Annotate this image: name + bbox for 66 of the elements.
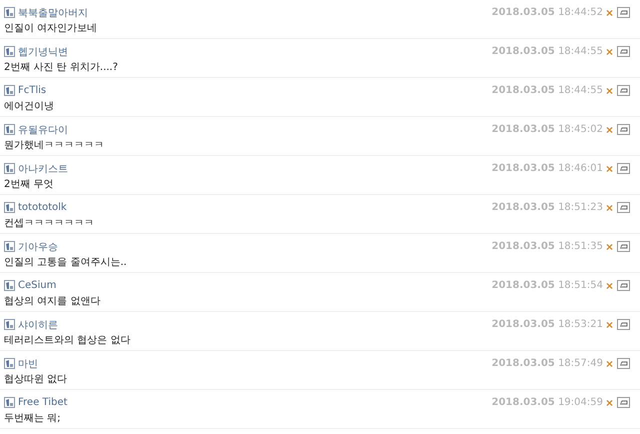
delete-button[interactable]: × <box>606 240 613 252</box>
reply-icon[interactable] <box>617 397 630 408</box>
comment-text: 두번째는 뭐; <box>4 412 62 426</box>
user-icon <box>4 397 15 408</box>
timestamp: 2018.03.05 18:51:23 <box>492 202 603 213</box>
author-name[interactable]: CeSium <box>18 280 492 291</box>
user-icon <box>4 46 15 57</box>
comment-text: 2번째 무엇 <box>4 178 55 192</box>
user-icon <box>4 358 15 369</box>
timestamp: 2018.03.05 18:51:35 <box>492 241 603 252</box>
reply-icon[interactable] <box>617 163 630 174</box>
author-name[interactable]: 기아우승 <box>18 240 492 254</box>
timestamp: 2018.03.05 18:53:21 <box>492 319 603 330</box>
delete-button[interactable]: × <box>606 124 613 136</box>
delete-button[interactable]: × <box>606 6 613 18</box>
comment-text: 뭔가했네ㅋㅋㅋㅋㅋㅋ <box>4 139 105 153</box>
author-name[interactable]: totototolk <box>18 202 492 213</box>
timestamp: 2018.03.05 18:51:54 <box>492 280 603 291</box>
author-name[interactable]: 헵기녕닉변 <box>18 44 492 58</box>
timestamp: 2018.03.05 18:46:01 <box>492 163 603 174</box>
author-name[interactable]: 아나키스트 <box>18 162 492 176</box>
delete-button[interactable]: × <box>606 280 613 292</box>
author-name[interactable]: FcTlis <box>18 85 492 96</box>
user-icon <box>4 163 15 174</box>
user-icon <box>4 202 15 213</box>
timestamp: 2018.03.05 18:45:02 <box>492 124 603 135</box>
timestamp: 2018.03.05 18:57:49 <box>492 358 603 369</box>
comment-text: 인질이 여자인가보네 <box>4 22 98 36</box>
reply-icon[interactable] <box>617 85 630 96</box>
author-name[interactable]: Free Tibet <box>18 397 492 408</box>
comment-text: 인질의 고통을 줄여주시는.. <box>4 256 128 270</box>
user-icon <box>4 85 15 96</box>
delete-button[interactable]: × <box>606 396 613 408</box>
author-name[interactable]: 마빈 <box>18 356 492 370</box>
comment-text: 테러리스트와의 협상은 없다 <box>4 334 132 348</box>
delete-button[interactable]: × <box>606 202 613 214</box>
author-name[interactable]: 북북출말아버지 <box>18 6 492 20</box>
reply-icon[interactable] <box>617 358 630 369</box>
user-icon <box>4 280 15 291</box>
reply-icon[interactable] <box>617 124 630 135</box>
author-name[interactable]: 유될유다이 <box>18 122 492 136</box>
comment-text: 에어건이냉 <box>4 100 55 114</box>
timestamp: 2018.03.05 18:44:52 <box>492 7 603 18</box>
comment-text: 협상따윈 없다 <box>4 373 68 387</box>
user-icon <box>4 241 15 252</box>
delete-button[interactable]: × <box>606 358 613 370</box>
reply-icon[interactable] <box>617 280 630 291</box>
delete-button[interactable]: × <box>606 318 613 330</box>
reply-icon[interactable] <box>617 241 630 252</box>
reply-icon[interactable] <box>617 46 630 57</box>
reply-icon[interactable] <box>617 319 630 330</box>
comment-text: 컨셉ㅋㅋㅋㅋㅋㅋㅋ <box>4 217 95 231</box>
delete-button[interactable]: × <box>606 84 613 96</box>
user-icon <box>4 124 15 135</box>
timestamp: 2018.03.05 19:04:59 <box>492 397 603 408</box>
user-icon <box>4 319 15 330</box>
reply-icon[interactable] <box>617 202 630 213</box>
comment-text: 2번째 사진 탄 위치가....? <box>4 61 119 75</box>
timestamp: 2018.03.05 18:44:55 <box>492 46 603 57</box>
delete-button[interactable]: × <box>606 162 613 174</box>
delete-button[interactable]: × <box>606 46 613 58</box>
reply-icon[interactable] <box>617 7 630 18</box>
comment-text: 협상의 여지를 없앤다 <box>4 295 102 309</box>
timestamp: 2018.03.05 18:44:55 <box>492 85 603 96</box>
user-icon <box>4 7 15 18</box>
author-name[interactable]: 샤이히른 <box>18 318 492 332</box>
